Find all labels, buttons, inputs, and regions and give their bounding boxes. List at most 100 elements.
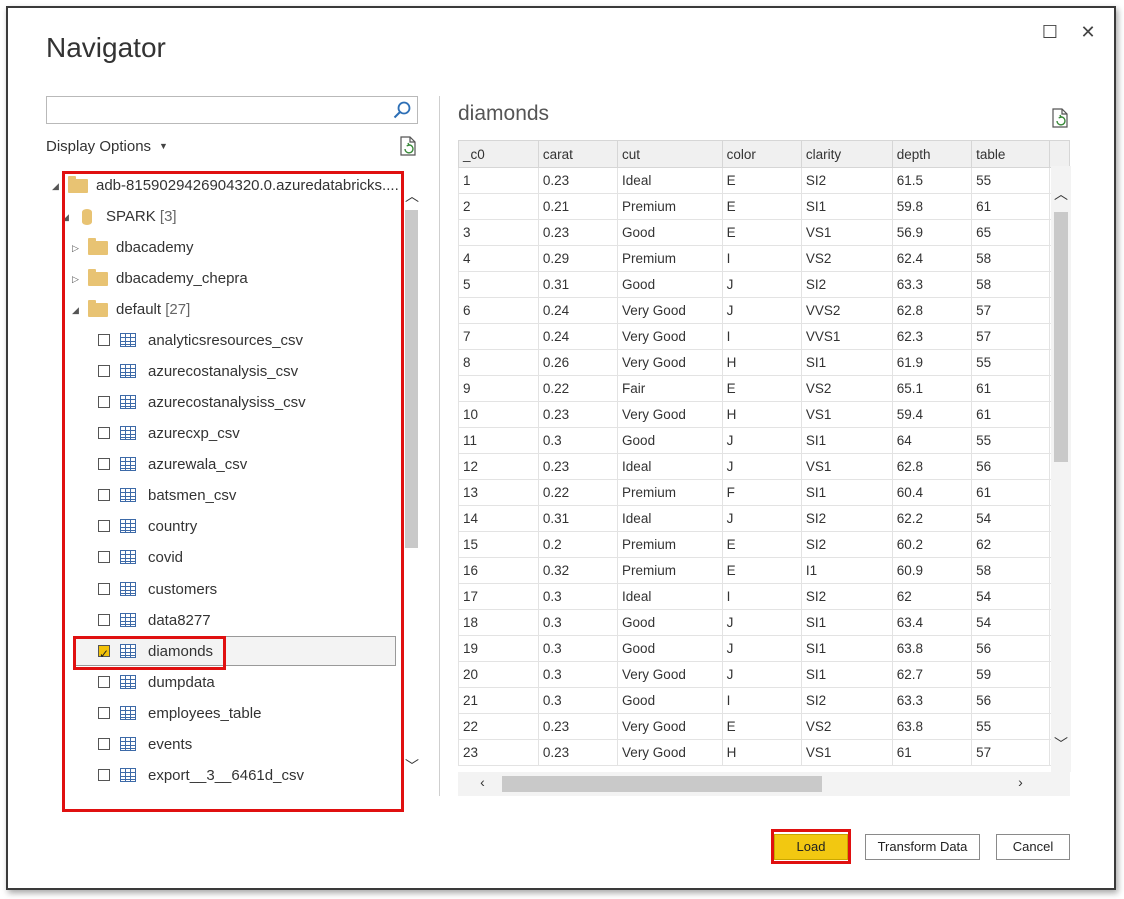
close-button[interactable]: ✕ <box>1078 22 1098 42</box>
search-input[interactable] <box>51 98 385 124</box>
collapse-triangle-icon[interactable]: ◢ <box>62 203 69 231</box>
preview-vscroll-thumb[interactable] <box>1054 212 1068 462</box>
preview-horizontal-scrollbar[interactable]: ‹ › <box>458 772 1070 796</box>
table-row: 12 0.23 Ideal J VS1 62.8 56 <box>458 453 1070 480</box>
table-checkbox[interactable] <box>98 551 110 564</box>
tree-item-table[interactable]: data8277 <box>96 607 396 635</box>
table-label: events <box>148 735 193 753</box>
tree-item-table[interactable]: diamonds <box>96 638 396 668</box>
scroll-down-icon[interactable]: ﹀ <box>405 756 419 776</box>
table-cell: 56 <box>971 635 1051 662</box>
table-checkbox[interactable] <box>98 427 110 440</box>
table-cell: 0.23 <box>537 739 619 766</box>
table-checkbox[interactable] <box>98 396 110 409</box>
tree-item-table[interactable]: events <box>96 731 396 759</box>
table-checkbox[interactable] <box>98 640 110 668</box>
table-icon <box>120 519 136 534</box>
search-icon[interactable] <box>393 101 411 119</box>
tree-item-table[interactable]: azurewala_csv <box>96 451 396 479</box>
table-icon <box>120 581 136 596</box>
preview-refresh-icon[interactable] <box>1051 108 1069 128</box>
scroll-down-icon[interactable]: ﹀ <box>1054 734 1068 754</box>
table-row: 6 0.24 Very Good J VVS2 62.8 57 <box>458 297 1070 324</box>
tree-item-table[interactable]: covid <box>96 544 396 572</box>
table-checkbox[interactable] <box>98 613 110 626</box>
table-checkbox[interactable] <box>98 334 110 346</box>
column-header[interactable]: depth <box>891 140 973 168</box>
table-cell: 0.3 <box>537 583 619 610</box>
column-header[interactable]: color <box>721 140 802 168</box>
table-cell: 3 <box>458 219 539 246</box>
tree-item-table[interactable]: export__3__6461d_csv <box>96 762 396 790</box>
expand-triangle-icon[interactable]: ▷ <box>72 265 79 293</box>
table-row: 18 0.3 Good J SI1 63.4 54 <box>458 609 1070 636</box>
scroll-right-icon[interactable]: › <box>1014 774 1027 790</box>
table-cell: SI1 <box>800 609 893 636</box>
table-label: export__3__6461d_csv <box>148 766 304 784</box>
table-cell: 60.2 <box>891 531 973 558</box>
scroll-up-icon[interactable]: ︿ <box>1054 184 1068 204</box>
tree-item-table[interactable]: azurecostanalysiss_csv <box>96 389 396 417</box>
scroll-up-icon[interactable]: ︿ <box>405 186 419 206</box>
tree-node-workspace[interactable]: ◢ adb-8159029426904320.0.azuredatabricks… <box>52 172 412 200</box>
scroll-left-icon[interactable]: ‹ <box>476 774 489 790</box>
expand-triangle-icon[interactable]: ▷ <box>72 234 79 262</box>
tree-scroll-thumb[interactable] <box>405 210 418 548</box>
table-checkbox[interactable] <box>98 706 110 719</box>
table-label: covid <box>148 549 184 567</box>
table-row: 3 0.23 Good E VS1 56.9 65 <box>458 219 1070 246</box>
load-button[interactable]: Load <box>774 834 848 860</box>
tree-item-table[interactable]: azurecostanalysis_csv <box>96 358 396 386</box>
tree-node-schema[interactable]: ▷ dbacademy_chepra <box>72 265 322 293</box>
tree-node-catalog[interactable]: ◢ SPARK [3] <box>62 203 262 231</box>
tree-node-schema[interactable]: ▷ dbacademy <box>72 234 322 262</box>
table-cell: 0.3 <box>537 609 619 636</box>
table-checkbox[interactable] <box>98 365 110 378</box>
tree-item-table[interactable]: customers <box>96 576 396 604</box>
table-checkbox[interactable] <box>98 520 110 533</box>
column-header[interactable]: cut <box>617 140 723 168</box>
collapse-triangle-icon[interactable]: ◢ <box>72 296 79 324</box>
tree-item-table[interactable]: employees_table <box>96 700 396 728</box>
close-icon: ✕ <box>1080 22 1096 42</box>
table-cell: SI2 <box>800 687 893 714</box>
preview-hscroll-thumb[interactable] <box>502 776 822 792</box>
table-label: employees_table <box>148 704 262 722</box>
column-header[interactable]: carat <box>537 140 619 168</box>
table-checkbox[interactable] <box>98 768 110 781</box>
table-checkbox[interactable] <box>98 458 110 471</box>
display-options-dropdown[interactable]: Display Options ▼ <box>46 138 168 155</box>
column-header[interactable]: clarity <box>800 140 893 168</box>
refresh-icon[interactable] <box>399 136 417 156</box>
tree-item-table[interactable]: batsmen_csv <box>96 482 396 510</box>
tree-vertical-scrollbar[interactable]: ︿ ﹀ <box>405 186 419 780</box>
column-header[interactable]: table <box>971 140 1051 168</box>
table-cell: Very Good <box>617 297 723 324</box>
tree-item-table[interactable]: analyticsresources_csv <box>96 327 396 355</box>
tree-node-schema[interactable]: ◢ default [27] <box>72 296 322 324</box>
table-cell: J <box>721 453 802 480</box>
table-checkbox[interactable] <box>98 737 110 750</box>
search-box[interactable] <box>46 96 418 124</box>
table-checkbox[interactable] <box>98 489 110 502</box>
table-cell: 5 <box>458 271 539 298</box>
table-icon <box>120 488 136 503</box>
display-options-label: Display Options <box>46 138 152 155</box>
cancel-button[interactable]: Cancel <box>996 834 1070 860</box>
table-cell: Good <box>617 427 723 454</box>
table-checkbox[interactable] <box>98 582 110 595</box>
table-cell: 62.7 <box>891 661 973 688</box>
tree-item-table[interactable]: country <box>96 513 396 541</box>
preview-vertical-scrollbar[interactable]: ︿ ﹀ <box>1051 166 1071 772</box>
table-cell: 63.3 <box>891 687 973 714</box>
table-cell: Very Good <box>617 661 723 688</box>
maximize-button[interactable]: ☐ <box>1040 22 1060 42</box>
table-checkbox[interactable] <box>98 675 110 688</box>
tree-item-table[interactable]: azurecxp_csv <box>96 420 396 448</box>
table-cell: J <box>721 635 802 662</box>
collapse-triangle-icon[interactable]: ◢ <box>52 172 59 200</box>
column-header[interactable]: _c0 <box>458 140 539 168</box>
table-cell: 63.3 <box>891 271 973 298</box>
tree-item-table[interactable]: dumpdata <box>96 669 396 697</box>
transform-data-button[interactable]: Transform Data <box>865 834 980 860</box>
